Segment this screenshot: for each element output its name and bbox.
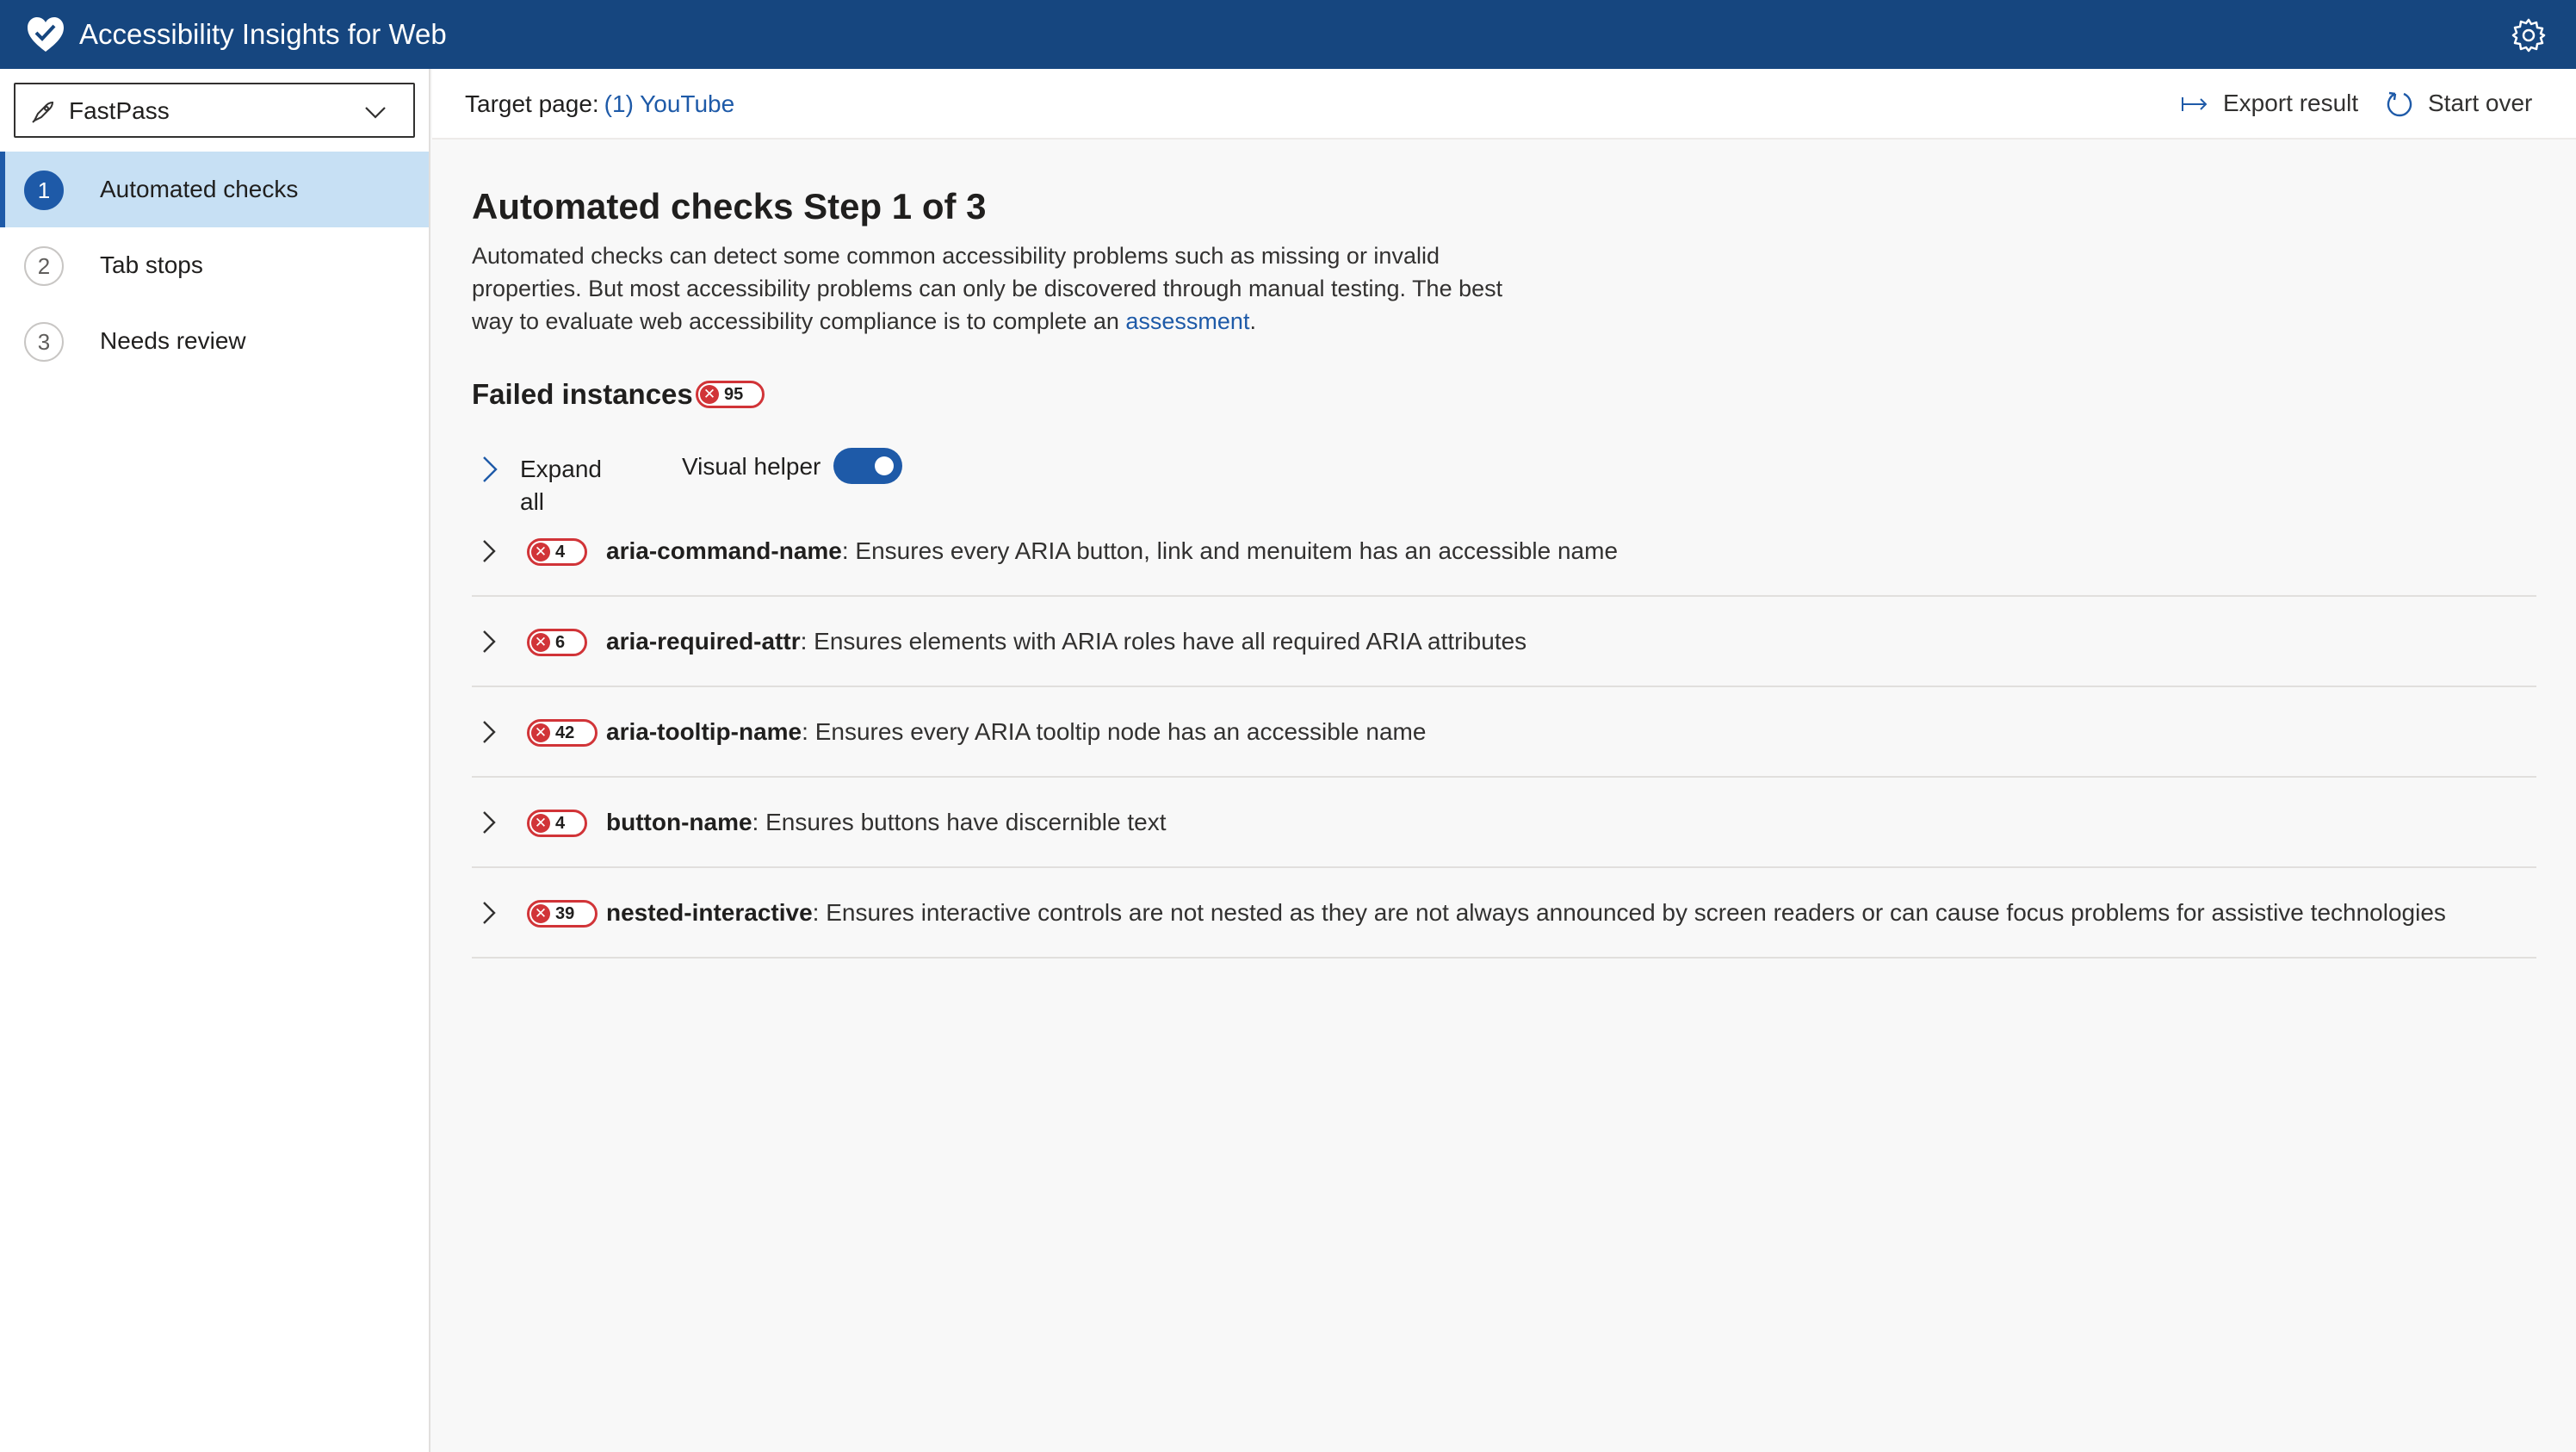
page-description: Automated checks can detect some common …	[472, 239, 1505, 338]
page-title: Automated checks Step 1 of 3	[472, 186, 987, 226]
heart-logo-icon	[28, 17, 64, 52]
rule-description: : Ensures every ARIA tooltip node has an…	[802, 718, 1427, 745]
target-page-link[interactable]: (1) YouTube	[604, 90, 735, 117]
step-number: 3	[24, 322, 64, 362]
export-icon	[2182, 97, 2208, 111]
nav-item-label: Tab stops	[100, 251, 203, 278]
toggle-knob	[875, 456, 894, 475]
rule-name: aria-tooltip-name	[606, 718, 802, 745]
export-result-button[interactable]: Export result	[2180, 86, 2378, 121]
nav-item-automated-checks[interactable]: 1 Automated checks	[0, 152, 429, 227]
failed-instances-heading: Failed instances	[472, 378, 693, 410]
rule-description: : Ensures buttons have discernible text	[752, 809, 1167, 835]
rule-count-badge: ✕ 6	[527, 629, 587, 656]
chevron-down-icon	[365, 107, 386, 119]
assessment-link[interactable]: assessment	[1125, 308, 1249, 334]
rule-count: 4	[555, 543, 566, 562]
rule-text: aria-command-name: Ensures every ARIA bu…	[606, 534, 1618, 568]
rule-name: nested-interactive	[606, 899, 813, 926]
step-number: 2	[24, 246, 64, 286]
title-bar: Accessibility Insights for Web	[0, 0, 2576, 69]
description-text: Automated checks can detect some common …	[472, 243, 1503, 334]
visual-helper-toggle[interactable]	[833, 448, 902, 484]
left-nav: FastPass 1 Automated checks 2 Tab stops …	[0, 69, 430, 1452]
error-icon: ✕	[531, 904, 550, 923]
rule-count-badge: ✕ 4	[527, 810, 587, 837]
rule-text: nested-interactive: Ensures interactive …	[606, 896, 2446, 930]
description-end: .	[1249, 308, 1256, 334]
chevron-right-icon[interactable]	[480, 628, 498, 655]
rule-row-nested-interactive[interactable]: ✕ 39 nested-interactive: Ensures interac…	[472, 868, 2536, 959]
app-title: Accessibility Insights for Web	[79, 18, 447, 50]
refresh-icon	[2387, 91, 2412, 117]
expand-all-button[interactable]: Expand all	[472, 450, 627, 515]
rule-text: button-name: Ensures buttons have discer…	[606, 805, 1166, 840]
command-bar: Target page: (1) YouTube Export result St…	[432, 69, 2576, 140]
chevron-right-icon[interactable]	[480, 537, 498, 565]
rule-count-badge: ✕ 42	[527, 719, 598, 747]
step-number: 1	[24, 171, 64, 210]
nav-item-tab-stops[interactable]: 2 Tab stops	[0, 227, 429, 303]
visual-helper-label: Visual helper	[682, 453, 821, 480]
error-icon: ✕	[700, 385, 719, 404]
rule-count: 42	[555, 723, 575, 742]
error-icon: ✕	[531, 723, 550, 742]
chevron-right-icon[interactable]	[480, 899, 498, 927]
rule-row-aria-tooltip-name[interactable]: ✕ 42 aria-tooltip-name: Ensures every AR…	[472, 687, 2536, 778]
rule-row-aria-required-attr[interactable]: ✕ 6 aria-required-attr: Ensures elements…	[472, 597, 2536, 687]
error-icon: ✕	[531, 814, 550, 833]
chevron-right-icon[interactable]	[480, 809, 498, 836]
failed-count: 95	[724, 385, 744, 404]
rule-count: 6	[555, 633, 566, 652]
rule-description: : Ensures every ARIA button, link and me…	[841, 537, 1619, 564]
target-page: Target page: (1) YouTube	[465, 88, 734, 121]
error-icon: ✕	[531, 543, 550, 562]
mode-dropdown-value: FastPass	[69, 97, 170, 124]
chevron-right-icon	[483, 456, 498, 482]
rule-description: : Ensures elements with ARIA roles have …	[800, 628, 1527, 655]
rule-row-aria-command-name[interactable]: ✕ 4 aria-command-name: Ensures every ARI…	[472, 506, 2536, 597]
nav-item-label: Automated checks	[100, 176, 299, 202]
nav-item-label: Needs review	[100, 327, 246, 354]
gear-icon[interactable]	[2511, 17, 2547, 53]
mode-dropdown[interactable]: FastPass	[14, 83, 415, 138]
rule-text: aria-required-attr: Ensures elements wit…	[606, 624, 1526, 659]
rule-text: aria-tooltip-name: Ensures every ARIA to…	[606, 715, 1426, 749]
rule-count: 4	[555, 814, 566, 833]
rule-count-badge: ✕ 39	[527, 900, 598, 928]
start-over-button[interactable]: Start over	[2385, 86, 2566, 121]
rule-count: 39	[555, 904, 575, 923]
rule-name: aria-required-attr	[606, 628, 801, 655]
rule-description: : Ensures interactive controls are not n…	[812, 899, 2446, 926]
error-icon: ✕	[531, 633, 550, 652]
rule-name: aria-command-name	[606, 537, 842, 564]
nav-item-needs-review[interactable]: 3 Needs review	[0, 303, 429, 379]
rule-row-button-name[interactable]: ✕ 4 button-name: Ensures buttons have di…	[472, 778, 2536, 868]
failed-count-badge: ✕ 95	[696, 381, 765, 408]
rule-name: button-name	[606, 809, 752, 835]
rule-count-badge: ✕ 4	[527, 538, 587, 566]
main-content: Automated checks Step 1 of 3 Automated c…	[432, 141, 2576, 1452]
rocket-icon	[32, 101, 54, 123]
target-page-label: Target page:	[465, 90, 599, 117]
start-over-label: Start over	[2428, 90, 2533, 116]
export-result-label: Export result	[2223, 90, 2359, 116]
chevron-right-icon[interactable]	[480, 718, 498, 746]
